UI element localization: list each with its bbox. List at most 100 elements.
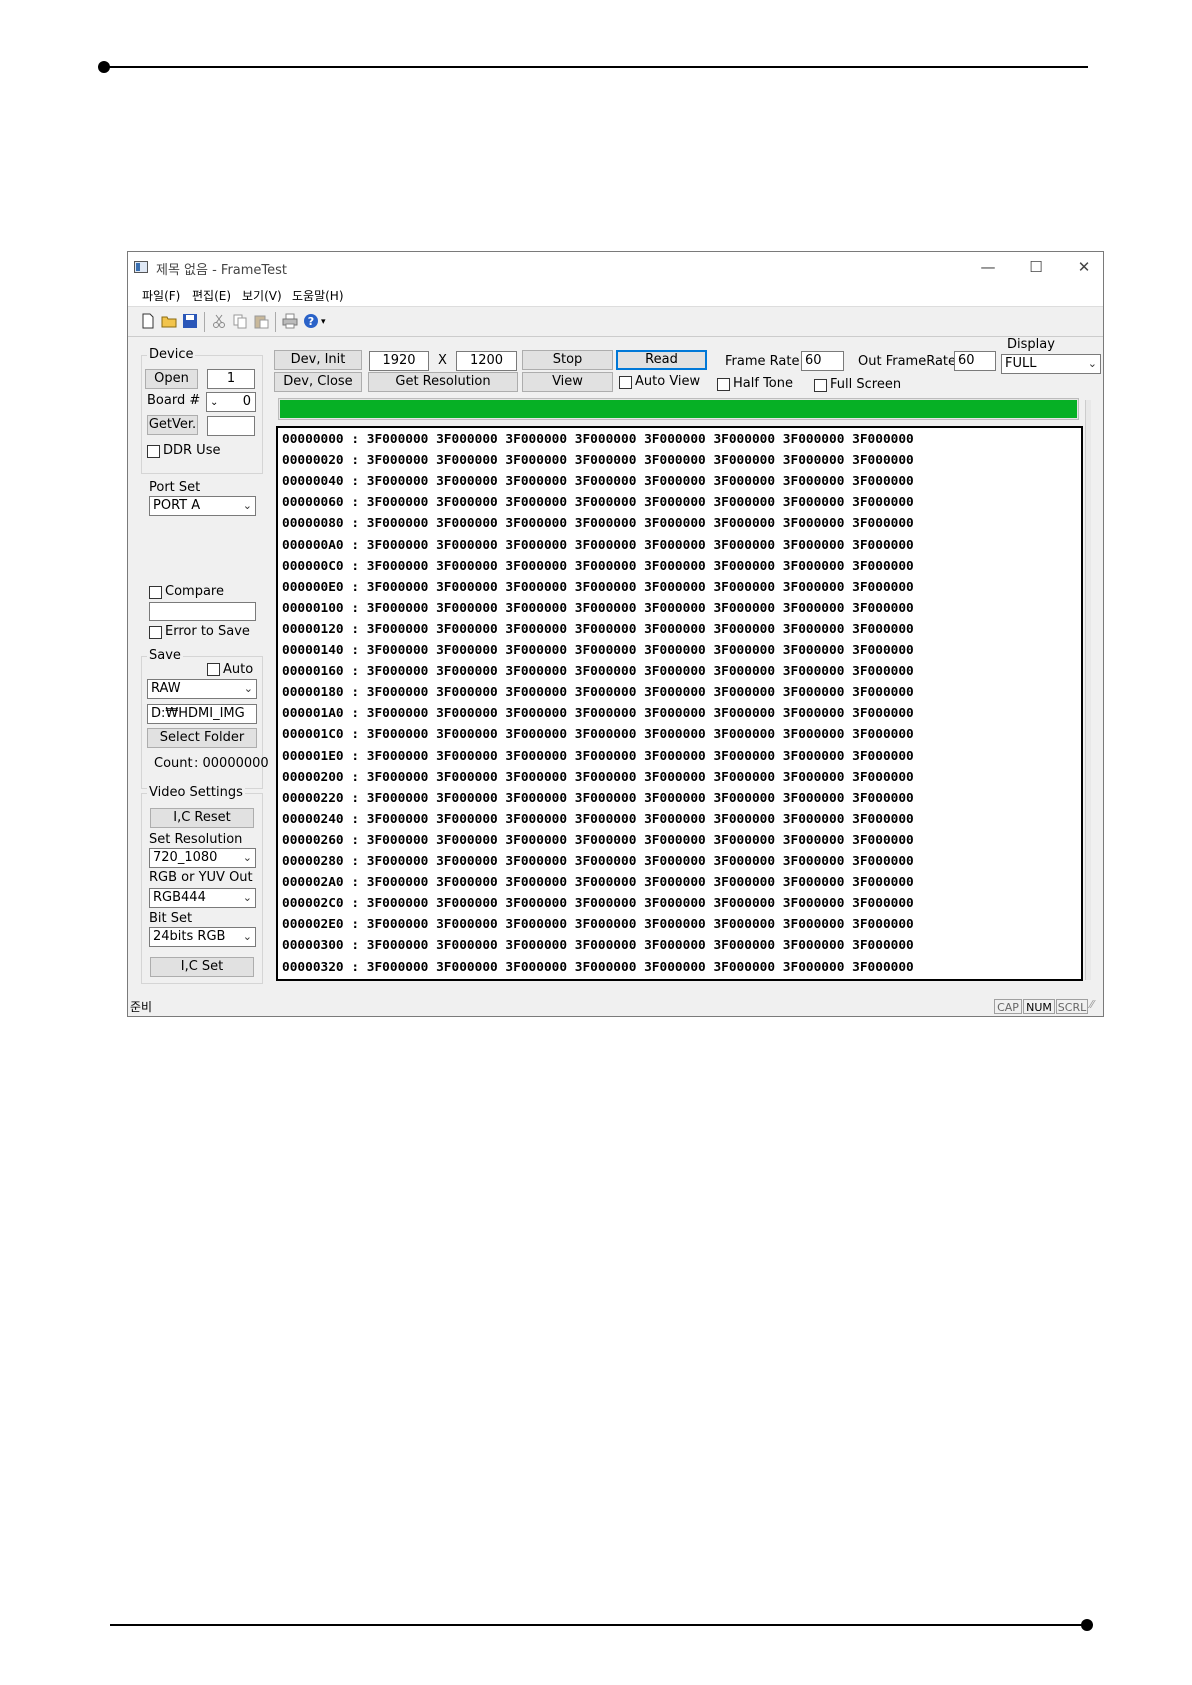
read-progress-bar bbox=[278, 398, 1079, 420]
menu-help[interactable]: 도움말(H) bbox=[292, 287, 344, 304]
device-group-label: Device bbox=[147, 347, 196, 362]
open-device-field[interactable]: 1 bbox=[207, 369, 255, 389]
hex-dump-row: 00000040 : 3F000000 3F000000 3F000000 3F… bbox=[282, 474, 914, 490]
save-icon[interactable] bbox=[182, 313, 198, 329]
half-tone-checkbox[interactable] bbox=[717, 378, 730, 391]
hex-dump-row: 00000280 : 3F000000 3F000000 3F000000 3F… bbox=[282, 854, 914, 869]
help-icon[interactable]: ? bbox=[303, 313, 319, 329]
save-folder-field[interactable]: D:₩HDMI_IMG bbox=[147, 704, 257, 724]
auto-save-label: Auto bbox=[223, 662, 254, 677]
menu-file[interactable]: 파일(F) bbox=[142, 287, 180, 304]
version-field[interactable] bbox=[207, 416, 255, 436]
menu-view[interactable]: 보기(V) bbox=[242, 287, 282, 304]
out-frame-rate-field[interactable]: 60 bbox=[954, 351, 996, 371]
app-icon bbox=[134, 261, 148, 273]
full-screen-checkbox[interactable] bbox=[814, 379, 827, 392]
maximize-button[interactable]: ☐ bbox=[1025, 257, 1047, 277]
compare-field[interactable] bbox=[149, 602, 256, 621]
open-icon[interactable] bbox=[161, 313, 177, 329]
menu-bar: 파일(F) 편집(E) 보기(V) 도움말(H) bbox=[128, 284, 1103, 307]
board-spinner[interactable]: ⌄ 0 bbox=[206, 392, 256, 412]
help-dropdown-icon[interactable]: ▾ bbox=[321, 317, 326, 327]
get-resolution-button[interactable]: Get Resolution bbox=[368, 372, 518, 392]
copy-icon[interactable] bbox=[232, 313, 248, 329]
close-button[interactable]: ✕ bbox=[1073, 257, 1095, 277]
auto-save-checkbox[interactable] bbox=[207, 663, 220, 676]
compare-checkbox[interactable] bbox=[149, 586, 162, 599]
hex-dump-row: 000002E0 : 3F000000 3F000000 3F000000 3F… bbox=[282, 917, 914, 933]
toolbar-separator bbox=[275, 312, 276, 332]
frametest-window: 제목 없음 - FrameTest — ☐ ✕ 파일(F) 편집(E) 보기(V… bbox=[127, 251, 1104, 1017]
resolution-value: 720_1080 bbox=[153, 850, 218, 865]
port-select[interactable]: PORT A ⌄ bbox=[149, 496, 256, 516]
bit-set-value: 24bits RGB bbox=[153, 929, 226, 944]
resolution-select[interactable]: 720_1080 ⌄ bbox=[149, 848, 256, 868]
frame-rate-field[interactable]: 60 bbox=[801, 351, 844, 371]
board-label: Board # bbox=[147, 393, 201, 408]
port-value: PORT A bbox=[153, 498, 201, 513]
toolbar-separator bbox=[204, 312, 205, 332]
display-label: Display bbox=[1007, 337, 1055, 352]
count-label: Count bbox=[154, 756, 193, 771]
read-button[interactable]: Read bbox=[616, 350, 707, 370]
auto-view-label: Auto View bbox=[635, 374, 701, 389]
open-button[interactable]: Open bbox=[145, 369, 198, 389]
bit-set-select[interactable]: 24bits RGB ⌄ bbox=[149, 927, 256, 947]
display-value: FULL bbox=[1005, 356, 1037, 371]
ic-reset-button[interactable]: I,C Reset bbox=[150, 808, 254, 828]
paste-icon[interactable] bbox=[253, 313, 269, 329]
error-to-save-checkbox[interactable] bbox=[149, 626, 162, 639]
hex-dump-row: 000001A0 : 3F000000 3F000000 3F000000 3F… bbox=[282, 706, 914, 722]
view-button[interactable]: View bbox=[522, 372, 613, 392]
rgb-yuv-select[interactable]: RGB444 ⌄ bbox=[149, 888, 256, 908]
auto-view-checkbox[interactable] bbox=[619, 376, 632, 389]
hex-dump-row: 000001C0 : 3F000000 3F000000 3F000000 3F… bbox=[282, 727, 914, 743]
hex-dump-row: 000002C0 : 3F000000 3F000000 3F000000 3F… bbox=[282, 896, 914, 912]
cut-icon[interactable] bbox=[211, 313, 227, 329]
resize-grip-icon[interactable]: ⁄⁄ bbox=[1090, 998, 1094, 1011]
svg-text:?: ? bbox=[308, 315, 314, 328]
save-format-select[interactable]: RAW ⌄ bbox=[147, 679, 257, 699]
chevron-down-icon: ⌄ bbox=[242, 499, 252, 512]
menu-edit[interactable]: 편집(E) bbox=[192, 287, 231, 304]
height-field[interactable]: 1200 bbox=[456, 351, 517, 371]
error-to-save-label: Error to Save bbox=[165, 624, 250, 639]
display-select[interactable]: FULL ⌄ bbox=[1001, 354, 1101, 374]
stop-button[interactable]: Stop bbox=[522, 350, 613, 370]
dev-init-button[interactable]: Dev, Init bbox=[274, 350, 362, 370]
width-field[interactable]: 1920 bbox=[369, 351, 429, 371]
spin-down-icon[interactable]: ⌄ bbox=[210, 397, 218, 408]
print-icon[interactable] bbox=[282, 313, 298, 329]
status-pane-cap: CAP bbox=[994, 999, 1022, 1014]
hex-dump-row: 00000300 : 3F000000 3F000000 3F000000 3F… bbox=[282, 938, 914, 954]
half-tone-label: Half Tone bbox=[733, 376, 793, 391]
scrollbar[interactable] bbox=[1085, 400, 1091, 980]
status-text: 준비 bbox=[130, 1000, 153, 1014]
hex-dump-row: 000002A0 : 3F000000 3F000000 3F000000 3F… bbox=[282, 875, 914, 891]
resolution-x-label: X bbox=[438, 353, 447, 368]
getver-button[interactable]: GetVer. bbox=[147, 415, 198, 435]
bit-set-label: Bit Set bbox=[149, 911, 193, 926]
out-frame-rate-label: Out FrameRate bbox=[858, 354, 957, 369]
bottom-rule-dot bbox=[1081, 1619, 1093, 1631]
dev-close-button[interactable]: Dev, Close bbox=[274, 372, 362, 392]
hex-dump-row: 000000A0 : 3F000000 3F000000 3F000000 3F… bbox=[282, 537, 914, 553]
ic-set-button[interactable]: I,C Set bbox=[150, 957, 254, 977]
status-pane-num: NUM bbox=[1023, 999, 1055, 1014]
hex-dump-row: 00000060 : 3F000000 3F000000 3F000000 3F… bbox=[282, 495, 914, 511]
rgb-yuv-label: RGB or YUV Out bbox=[149, 870, 253, 885]
chevron-down-icon: ⌄ bbox=[242, 930, 252, 943]
ddr-use-checkbox[interactable] bbox=[147, 445, 160, 458]
save-format-value: RAW bbox=[151, 681, 181, 696]
new-icon[interactable] bbox=[140, 313, 156, 329]
progress-fill bbox=[280, 400, 1077, 418]
chevron-down-icon: ⌄ bbox=[1087, 357, 1097, 370]
compare-label: Compare bbox=[165, 584, 224, 599]
hex-dump-row: 000000E0 : 3F000000 3F000000 3F000000 3F… bbox=[282, 579, 914, 595]
hex-dump-view[interactable]: 00000000 : 3F000000 3F000000 3F000000 3F… bbox=[276, 426, 1083, 981]
select-folder-button[interactable]: Select Folder bbox=[147, 728, 257, 748]
hex-dump-row: 00000320 : 3F000000 3F000000 3F000000 3F… bbox=[282, 959, 914, 975]
minimize-button[interactable]: — bbox=[977, 257, 999, 277]
ddr-use-label: DDR Use bbox=[163, 443, 221, 458]
save-group-label: Save bbox=[147, 648, 183, 663]
